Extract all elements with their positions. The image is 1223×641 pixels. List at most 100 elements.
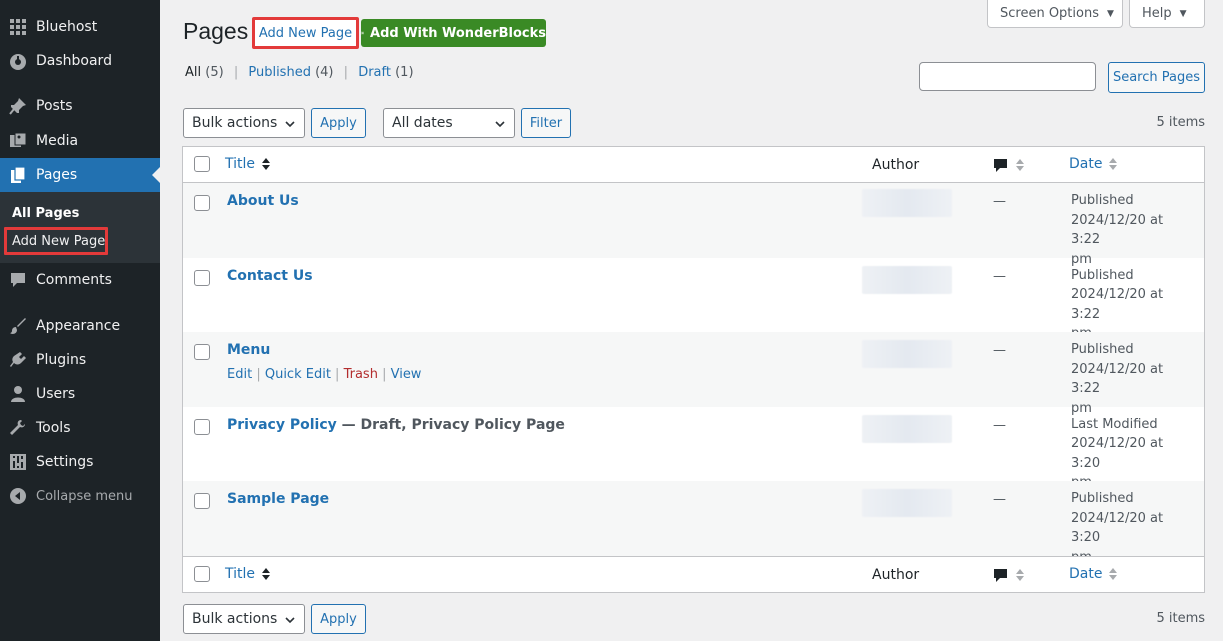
sidebar-item-plugins[interactable]: Plugins	[0, 343, 160, 377]
sidebar-item-media[interactable]: Media	[0, 124, 160, 158]
comments-count: —	[993, 268, 1006, 284]
collapse-menu-label: Collapse menu	[36, 488, 133, 504]
page-title-link[interactable]: Privacy Policy — Draft, Privacy Policy P…	[227, 417, 565, 433]
highlight-box	[4, 227, 108, 255]
apply-button[interactable]: Apply	[311, 108, 366, 138]
separator: |	[377, 367, 391, 383]
filter-all[interactable]: All (5)	[185, 65, 224, 80]
row-checkbox[interactable]	[194, 493, 210, 510]
separator: |	[343, 65, 349, 80]
dates-filter-value: All dates	[392, 115, 453, 131]
date-status: Published	[1071, 342, 1134, 358]
brush-icon	[0, 317, 36, 335]
page-title-link[interactable]: About Us	[227, 193, 299, 209]
sidebar-item-users[interactable]: Users	[0, 377, 160, 411]
sort-by-title[interactable]: Title	[225, 566, 271, 582]
comments-count: —	[993, 417, 1006, 433]
search-input[interactable]	[919, 62, 1096, 91]
column-title-label: Title	[225, 156, 256, 172]
separator: |	[233, 65, 239, 80]
wrench-icon	[0, 419, 36, 437]
filter-all-label: All	[185, 65, 202, 80]
sidebar-item-settings[interactable]: Settings	[0, 445, 160, 479]
bulk-actions-value: Bulk actions	[192, 611, 278, 627]
sidebar-item-pages[interactable]: Pages	[0, 158, 160, 192]
filter-published[interactable]: Published (4)	[248, 65, 333, 80]
sort-by-date[interactable]: Date	[1069, 566, 1118, 582]
sidebar-item-label: Posts	[36, 98, 73, 114]
dates-filter-select[interactable]: All dates	[383, 108, 515, 138]
sidebar-item-label: Tools	[36, 420, 71, 436]
row-checkbox[interactable]	[194, 418, 210, 435]
sort-by-comments[interactable]	[993, 157, 1025, 173]
help-label: Help	[1142, 6, 1172, 21]
search-pages-button[interactable]: Search Pages	[1108, 62, 1205, 93]
dashboard-icon	[0, 52, 36, 70]
add-new-page-label: Add New Page	[258, 25, 353, 41]
filter-button[interactable]: Filter	[521, 108, 571, 138]
sidebar-item-comments[interactable]: Comments	[0, 263, 160, 297]
sort-by-comments[interactable]	[993, 567, 1025, 583]
table-row: Menu Edit | Quick Edit | Trash | View — …	[183, 332, 1204, 416]
author-blurred	[862, 414, 952, 443]
row-title-text: Menu	[227, 342, 271, 359]
page-title-link[interactable]: Contact Us	[227, 268, 313, 284]
sidebar-item-appearance[interactable]: Appearance	[0, 309, 160, 343]
sidebar-item-label: Comments	[36, 272, 112, 288]
sidebar-item-label: Dashboard	[36, 53, 112, 69]
row-checkbox[interactable]	[194, 195, 210, 211]
chevron-down-icon	[495, 121, 505, 128]
date-value: 2024/12/20 at 3:20	[1071, 510, 1164, 546]
quick-edit-link[interactable]: Quick Edit	[265, 367, 331, 382]
table-footer: Title Author Date	[183, 556, 1204, 592]
row-checkbox[interactable]	[194, 269, 210, 286]
apply-button-bottom[interactable]: Apply	[311, 604, 366, 634]
bulk-actions-select[interactable]: Bulk actions	[183, 108, 305, 138]
search-pages-label: Search Pages	[1112, 70, 1201, 85]
filter-draft[interactable]: Draft (1)	[358, 65, 413, 80]
filter-label: Filter	[529, 115, 563, 131]
sort-by-date[interactable]: Date	[1069, 156, 1118, 172]
comments-count: —	[993, 343, 1006, 359]
media-icon	[0, 132, 36, 150]
caret-down-icon: ▼	[1179, 8, 1187, 19]
sort-arrows-icon	[1016, 569, 1024, 581]
filter-published-label: Published	[248, 65, 311, 80]
comment-icon	[994, 569, 1007, 582]
screen-options-button[interactable]: Screen Options ▼	[987, 0, 1123, 28]
submenu-all-pages[interactable]: All Pages	[12, 206, 79, 221]
select-all-checkbox[interactable]	[194, 156, 210, 172]
sidebar-item-label: Media	[36, 133, 79, 149]
caret-down-icon: ▼	[1107, 8, 1114, 19]
sidebar-item-bluehost[interactable]: Bluehost	[0, 10, 160, 44]
sidebar-item-label: Settings	[36, 454, 94, 470]
view-link[interactable]: View	[391, 367, 422, 382]
edit-link[interactable]: Edit	[227, 367, 252, 382]
add-new-page-button[interactable]: Add New Page	[252, 17, 359, 49]
table-row: Privacy Policy — Draft, Privacy Policy P…	[183, 407, 1204, 490]
sidebar-item-posts[interactable]: Posts	[0, 89, 160, 123]
admin-sidebar: Bluehost Dashboard Posts Media Pages All…	[0, 0, 160, 641]
apply-label: Apply	[320, 611, 357, 627]
bulk-actions-select-bottom[interactable]: Bulk actions	[183, 604, 305, 634]
pages-submenu: All Pages Add New Page	[0, 192, 160, 263]
sidebar-item-label: Bluehost	[36, 19, 98, 35]
add-with-wonderblocks-button[interactable]: Add With WonderBlocks	[361, 19, 546, 47]
trash-link[interactable]: Trash	[344, 367, 378, 382]
sidebar-item-dashboard[interactable]: Dashboard	[0, 44, 160, 78]
author-blurred	[862, 189, 952, 217]
sort-by-title[interactable]: Title	[225, 156, 271, 172]
page-title-link[interactable]: Menu	[227, 342, 270, 358]
items-count-bottom: 5 items	[1156, 611, 1205, 626]
row-title-text: Sample Page	[227, 491, 330, 508]
page-title-link[interactable]: Sample Page	[227, 491, 329, 507]
row-checkbox[interactable]	[194, 344, 210, 361]
screen-options-label: Screen Options	[1000, 6, 1099, 21]
comment-icon	[994, 159, 1007, 172]
row-title-text: Contact Us	[227, 267, 313, 284]
collapse-menu-button[interactable]: Collapse menu	[0, 479, 160, 513]
select-all-checkbox[interactable]	[194, 566, 210, 582]
help-button[interactable]: Help ▼	[1129, 0, 1205, 28]
sidebar-item-tools[interactable]: Tools	[0, 411, 160, 445]
author-blurred	[862, 265, 952, 294]
